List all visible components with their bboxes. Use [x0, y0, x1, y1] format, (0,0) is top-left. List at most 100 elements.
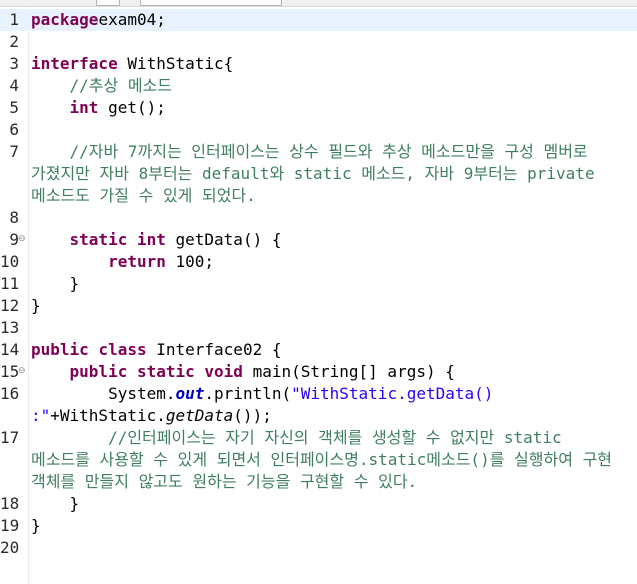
- code-token: Interface02 {: [146, 340, 282, 359]
- keyword: int: [136, 230, 166, 249]
- static-method-ref: getData: [165, 406, 234, 425]
- keyword: int: [69, 98, 99, 117]
- fold-minus-icon[interactable]: ⊖: [18, 366, 26, 377]
- code-text: }: [31, 273, 80, 295]
- code-line[interactable]: 18 }: [0, 493, 637, 515]
- code-line[interactable]: 2: [0, 31, 637, 53]
- code-token: 100;: [165, 252, 215, 271]
- code-text: //추상 메소드: [31, 75, 173, 97]
- keyword: void: [204, 362, 243, 381]
- code-token: get();: [98, 98, 166, 117]
- line-number: 8: [9, 208, 19, 227]
- code-text: public static void main(String[] args) {: [31, 361, 455, 383]
- line-number: 3: [9, 54, 19, 73]
- code-token: System.: [31, 384, 176, 403]
- code-token: WithStatic{: [117, 54, 234, 73]
- code-line[interactable]: 3 interface WithStatic{: [0, 53, 637, 75]
- line-number: 1: [9, 10, 19, 29]
- code-line[interactable]: 메소드도 가질 수 있게 되었다.: [0, 185, 637, 207]
- code-line[interactable]: 7 //자바 7까지는 인터페이스는 상수 필드와 추상 메소드만을 구성 멤버…: [0, 141, 637, 163]
- code-token: }: [31, 296, 41, 315]
- field-ref: out: [175, 384, 205, 403]
- code-line[interactable]: 11 }: [0, 273, 637, 295]
- comment: 객체를 만들지 않고도 원하는 기능을 구현할 수 있다.: [31, 472, 418, 491]
- line-number: 12: [0, 296, 20, 315]
- code-text: }: [31, 515, 41, 537]
- code-text: System.out.println("WithStatic.getData(): [31, 383, 493, 405]
- code-line[interactable]: 15 ⊖ public static void main(String[] arg…: [0, 361, 637, 383]
- code-token: getData() {: [165, 230, 282, 249]
- keyword: public: [69, 362, 128, 381]
- code-line[interactable]: 가졌지만 자바 8부터는 default와 static 메소드, 자바 9부터…: [0, 163, 637, 185]
- code-line[interactable]: 9 ⊖ static int getData() {: [0, 229, 637, 251]
- line-number: 20: [0, 538, 20, 557]
- code-token: }: [31, 494, 80, 513]
- code-text: }: [31, 295, 41, 317]
- code-line[interactable]: 객체를 만들지 않고도 원하는 기능을 구현할 수 있다.: [0, 471, 637, 493]
- string-literal: :": [31, 406, 51, 425]
- line-number: 16: [0, 384, 20, 403]
- fold-minus-icon[interactable]: ⊖: [18, 234, 26, 245]
- line-number: 4: [9, 76, 19, 95]
- code-text: :"+WithStatic.getData());: [31, 405, 272, 427]
- code-line[interactable]: 메소드를 사용할 수 있게 되면서 인터페이스명.static메소드()를 실행…: [0, 449, 637, 471]
- code-line[interactable]: 17 //인터페이스는 자기 자신의 객체를 생성할 수 없지만 static: [0, 427, 637, 449]
- comment: 메소드도 가질 수 있게 되었다.: [31, 186, 256, 205]
- code-line[interactable]: 20: [0, 537, 637, 559]
- keyword: public: [31, 340, 89, 359]
- code-text: 가졌지만 자바 8부터는 default와 static 메소드, 자바 9부터…: [31, 163, 595, 185]
- keyword: interface: [31, 54, 118, 73]
- code-line[interactable]: 13: [0, 317, 637, 339]
- line-number: 6: [9, 120, 19, 139]
- code-line[interactable]: :"+WithStatic.getData());: [0, 405, 637, 427]
- code-line[interactable]: 16 System.out.println("WithStatic.getDat…: [0, 383, 637, 405]
- code-text: //인터페이스는 자기 자신의 객체를 생성할 수 없지만 static: [31, 427, 562, 449]
- comment: //자바 7까지는 인터페이스는 상수 필드와 추상 메소드만을 구성 멤버로: [69, 142, 588, 161]
- code-text: 메소드도 가질 수 있게 되었다.: [31, 185, 256, 207]
- code-text: public class Interface02 {: [31, 339, 281, 361]
- code-text: }: [31, 493, 80, 515]
- line-number: 19: [0, 516, 20, 535]
- code-text: 객체를 만들지 않고도 원하는 기능을 구현할 수 있다.: [31, 471, 417, 493]
- line-number: 14: [0, 340, 20, 359]
- code-editor[interactable]: 1 packageexam04; 2 3 interface WithStatic{ 4 …: [0, 6, 637, 584]
- line-number: 5: [9, 98, 19, 117]
- code-token: main(String[] args) {: [242, 362, 455, 381]
- code-line[interactable]: 6: [0, 119, 637, 141]
- keyword: static: [69, 230, 128, 249]
- code-line[interactable]: 14 public class Interface02 {: [0, 339, 637, 361]
- code-line[interactable]: 5 int get();: [0, 97, 637, 119]
- keyword: class: [98, 340, 147, 359]
- line-number: 7: [9, 142, 19, 161]
- code-line[interactable]: 10 return 100;: [0, 251, 637, 273]
- code-line[interactable]: 19}: [0, 515, 637, 537]
- line-number: 9: [9, 230, 19, 249]
- line-number: 18: [0, 494, 20, 513]
- comment: //추상 메소드: [69, 76, 173, 95]
- line-number: 11: [0, 274, 20, 293]
- keyword: static: [136, 362, 195, 381]
- code-text: 메소드를 사용할 수 있게 되면서 인터페이스명.static메소드()를 실행…: [31, 449, 612, 471]
- line-number: 10: [0, 252, 20, 271]
- code-line[interactable]: 8: [0, 207, 637, 229]
- code-token: }: [31, 516, 41, 535]
- code-line[interactable]: 1 packageexam04;: [0, 9, 637, 31]
- code-line[interactable]: 12}: [0, 295, 637, 317]
- code-line[interactable]: 4 //추상 메소드: [0, 75, 637, 97]
- code-token: +WithStatic.: [50, 406, 166, 425]
- line-number: 17: [0, 428, 20, 447]
- code-text: packageexam04;: [31, 9, 166, 31]
- code-token: }: [31, 274, 80, 293]
- keyword: return: [108, 252, 166, 271]
